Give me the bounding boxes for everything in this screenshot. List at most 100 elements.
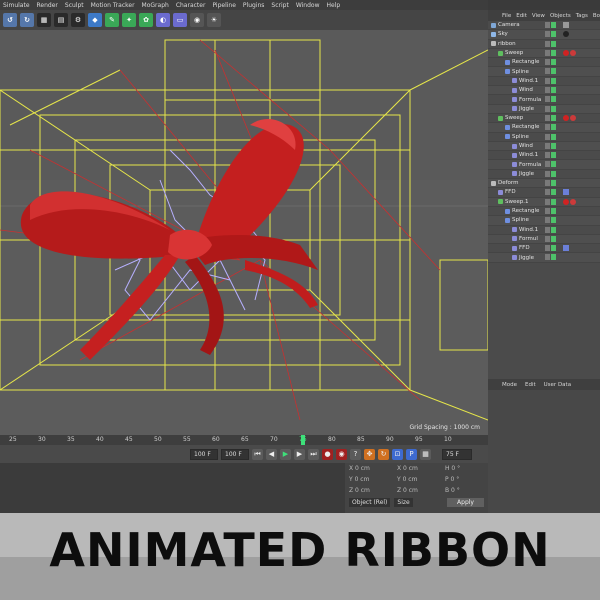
prev-key-icon[interactable]: ◀ (266, 448, 277, 460)
menu-item-mograph[interactable]: MoGraph (142, 2, 169, 9)
object-row-rectangle[interactable]: Rectangle (488, 58, 600, 68)
object-row-rectangle[interactable]: Rectangle (488, 123, 600, 133)
clapper-icon[interactable]: ▦ (37, 13, 51, 27)
coord-field-h[interactable]: H 0 ° (445, 465, 487, 472)
visibility-flags[interactable] (545, 142, 556, 149)
attr-menu-user-data[interactable]: User Data (544, 382, 571, 388)
enabled-check-icon[interactable] (551, 96, 556, 103)
editor-visibility-icon[interactable] (545, 198, 550, 205)
visibility-flags[interactable] (545, 133, 556, 140)
enabled-check-icon[interactable] (551, 114, 556, 121)
array-icon[interactable]: ✿ (139, 13, 153, 27)
editor-visibility-icon[interactable] (545, 105, 550, 112)
editor-visibility-icon[interactable] (545, 68, 550, 75)
enabled-check-icon[interactable] (551, 189, 556, 196)
editor-visibility-icon[interactable] (545, 161, 550, 168)
attr-menu-mode[interactable]: Mode (502, 382, 517, 388)
object-row-wind-1[interactable]: Wind.1 (488, 77, 600, 87)
coord-field-x[interactable]: X 0 cm (349, 465, 391, 472)
om-menu-edit[interactable]: Edit (516, 13, 527, 19)
enabled-check-icon[interactable] (551, 133, 556, 140)
om-menu-bo[interactable]: Bo (593, 13, 600, 19)
menu-item-sculpt[interactable]: Sculpt (65, 2, 84, 9)
visibility-flags[interactable] (545, 40, 556, 47)
enabled-check-icon[interactable] (551, 31, 556, 38)
editor-visibility-icon[interactable] (545, 31, 550, 38)
om-menu-view[interactable]: View (532, 13, 545, 19)
object-row-spline[interactable]: Spline (488, 67, 600, 77)
enabled-check-icon[interactable] (551, 152, 556, 159)
enabled-check-icon[interactable] (551, 235, 556, 242)
material-tag-icon[interactable] (570, 198, 576, 205)
camera-tag-icon[interactable] (563, 22, 569, 28)
visibility-flags[interactable] (545, 161, 556, 168)
start-frame-field[interactable]: 100 F (190, 448, 218, 460)
material-tag-icon[interactable] (570, 114, 576, 121)
current-frame-field[interactable]: 75 F (442, 448, 472, 460)
editor-visibility-icon[interactable] (545, 217, 550, 224)
object-row-sweep-1[interactable]: Sweep.1 (488, 197, 600, 207)
enabled-check-icon[interactable] (551, 180, 556, 187)
keyframe-icon[interactable]: ? (350, 448, 361, 460)
object-row-spline[interactable]: Spline (488, 133, 600, 142)
editor-visibility-icon[interactable] (545, 207, 550, 214)
end-frame-field[interactable]: 100 F (221, 448, 249, 460)
go-to-end-icon[interactable]: ⏭ (308, 448, 319, 460)
cube-icon[interactable]: ◆ (88, 13, 102, 27)
editor-visibility-icon[interactable] (545, 254, 550, 261)
visibility-flags[interactable] (545, 77, 556, 84)
enabled-check-icon[interactable] (551, 49, 556, 56)
object-row-wind[interactable]: Wind (488, 141, 600, 152)
editor-visibility-icon[interactable] (545, 189, 550, 196)
menu-item-character[interactable]: Character (176, 2, 206, 9)
apply-button[interactable]: Apply (447, 498, 484, 507)
visibility-flags[interactable] (545, 31, 556, 38)
visibility-flags[interactable] (545, 235, 556, 242)
visibility-flags[interactable] (545, 180, 556, 187)
editor-visibility-icon[interactable] (545, 22, 550, 28)
editor-visibility-icon[interactable] (545, 152, 550, 159)
object-row-ffd[interactable]: FFD (488, 188, 600, 198)
scale-key-icon[interactable]: ⊡ (392, 448, 403, 460)
light-icon[interactable]: ☀ (207, 13, 221, 27)
editor-visibility-icon[interactable] (545, 40, 550, 47)
enabled-check-icon[interactable] (551, 22, 556, 28)
timeline-ruler[interactable]: 25 30 35 40 45 50 55 60 65 70 75 80 85 90 95 10 (0, 435, 488, 445)
enabled-check-icon[interactable] (551, 226, 556, 233)
editor-visibility-icon[interactable] (545, 226, 550, 233)
material-tag-icon[interactable] (563, 198, 569, 205)
object-row-spline[interactable]: Spline (488, 216, 600, 226)
go-to-start-icon[interactable]: ⏮ (252, 448, 263, 460)
editor-visibility-icon[interactable] (545, 245, 550, 252)
coord-field-p[interactable]: P 0 ° (445, 476, 487, 483)
pla-icon[interactable]: ▦ (420, 448, 431, 460)
visibility-flags[interactable] (545, 207, 556, 214)
coord-field-y[interactable]: Y 0 cm (349, 476, 391, 483)
menu-item-help[interactable]: Help (327, 2, 341, 9)
menu-item-pipeline[interactable]: Pipeline (212, 2, 235, 9)
visibility-flags[interactable] (545, 217, 556, 224)
rotate-key-icon[interactable]: ↻ (378, 448, 389, 460)
editor-visibility-icon[interactable] (545, 142, 550, 149)
undo-icon[interactable]: ↺ (3, 13, 17, 27)
autokey-icon[interactable]: ◉ (336, 448, 347, 460)
editor-visibility-icon[interactable] (545, 235, 550, 242)
enabled-check-icon[interactable] (551, 207, 556, 214)
enabled-check-icon[interactable] (551, 59, 556, 66)
visibility-flags[interactable] (545, 68, 556, 75)
editor-visibility-icon[interactable] (545, 133, 550, 140)
enabled-check-icon[interactable] (551, 105, 556, 112)
menu-item-simulate[interactable]: Simulate (3, 2, 30, 9)
coord-mode-dropdown[interactable]: Object (Rel) (349, 498, 391, 507)
coord-size-dropdown[interactable]: Size (394, 498, 413, 507)
pen-icon[interactable]: ✎ (105, 13, 119, 27)
enabled-check-icon[interactable] (551, 161, 556, 168)
attr-menu-edit[interactable]: Edit (525, 382, 536, 388)
object-row-ribbon[interactable]: ribbon (488, 40, 600, 49)
enabled-check-icon[interactable] (551, 77, 556, 84)
editor-visibility-icon[interactable] (545, 180, 550, 187)
object-row-wind[interactable]: Wind (488, 86, 600, 96)
object-row-sweep[interactable]: Sweep (488, 114, 600, 124)
editor-visibility-icon[interactable] (545, 77, 550, 84)
coord-field-z[interactable]: Z 0 cm (397, 487, 439, 494)
